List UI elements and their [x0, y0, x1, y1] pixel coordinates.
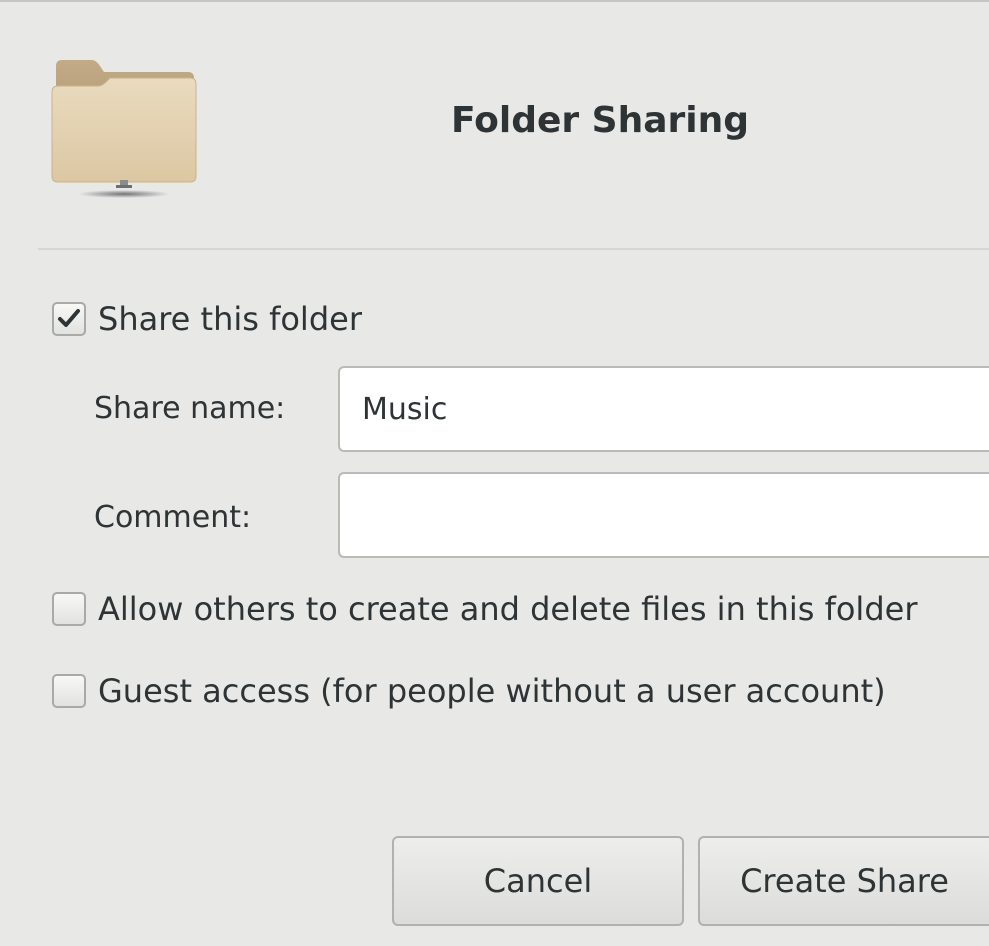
- cancel-button[interactable]: Cancel: [392, 836, 684, 926]
- header-divider: [38, 248, 989, 250]
- window-top-border: [0, 0, 989, 10]
- guest-access-checkbox[interactable]: [52, 674, 86, 708]
- allow-others-label: Allow others to create and delete files …: [98, 590, 918, 628]
- guest-access-row[interactable]: Guest access (for people without a user …: [52, 672, 886, 710]
- allow-others-row[interactable]: Allow others to create and delete files …: [52, 590, 917, 628]
- dialog-title: Folder Sharing: [450, 100, 750, 141]
- share-folder-label: Share this folder: [98, 300, 362, 338]
- guest-access-label: Guest access (for people without a user …: [98, 672, 886, 710]
- folder-sharing-dialog: Folder Sharing Share this folder Share n…: [0, 0, 989, 946]
- share-name-label: Share name:: [94, 391, 286, 426]
- share-folder-row[interactable]: Share this folder: [52, 300, 362, 338]
- comment-label: Comment:: [94, 500, 252, 535]
- share-name-input[interactable]: [338, 366, 989, 452]
- share-folder-checkbox[interactable]: [52, 302, 86, 336]
- folder-share-icon: [48, 52, 200, 204]
- checkmark-icon: [58, 309, 80, 327]
- comment-input[interactable]: [338, 472, 989, 558]
- create-share-button[interactable]: Create Share: [698, 836, 989, 926]
- allow-others-checkbox[interactable]: [52, 592, 86, 626]
